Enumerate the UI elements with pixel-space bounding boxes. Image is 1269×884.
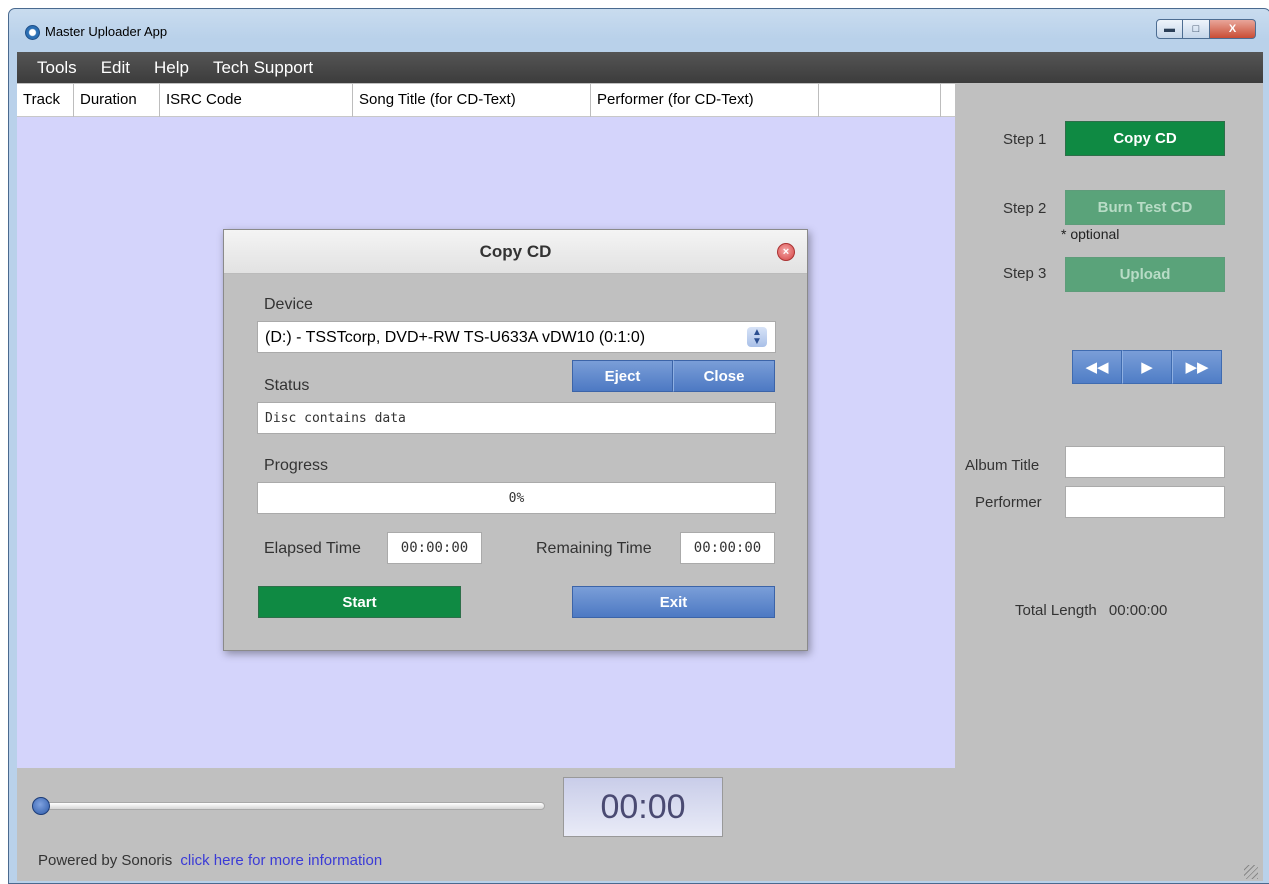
elapsed-time-label: Elapsed Time bbox=[264, 540, 361, 557]
table-header: Track Duration ISRC Code Song Title (for… bbox=[17, 84, 955, 117]
device-select-value: (D:) - TSSTcorp, DVD+-RW TS-U633A vDW10 … bbox=[265, 329, 646, 346]
step2-label: Step 2 bbox=[1003, 200, 1047, 217]
column-track[interactable]: Track bbox=[17, 84, 74, 117]
column-empty bbox=[819, 84, 941, 117]
minimize-button[interactable]: ▬ bbox=[1156, 19, 1183, 39]
rewind-icon[interactable]: ◀◀ bbox=[1072, 350, 1122, 384]
progress-text: 0% bbox=[508, 490, 525, 506]
step3-label: Step 3 bbox=[1003, 265, 1047, 282]
menu-tools[interactable]: Tools bbox=[37, 58, 77, 78]
status-label: Status bbox=[264, 377, 310, 394]
upload-button[interactable]: Upload bbox=[1065, 257, 1225, 292]
performer-label: Performer bbox=[975, 494, 1042, 511]
close-button[interactable]: Close bbox=[673, 360, 775, 392]
album-title-label: Album Title bbox=[965, 457, 1040, 474]
select-arrows-icon: ▲ ▼ bbox=[747, 327, 767, 347]
optional-note: * optional bbox=[1061, 226, 1120, 242]
position-slider-knob[interactable] bbox=[32, 797, 50, 815]
device-select[interactable]: (D:) - TSSTcorp, DVD+-RW TS-U633A vDW10 … bbox=[257, 321, 776, 353]
column-isrc[interactable]: ISRC Code bbox=[160, 84, 353, 117]
device-label: Device bbox=[264, 296, 313, 313]
transport-controls: ◀◀ ▶ ▶▶ bbox=[1072, 350, 1222, 384]
powered-by-text: Powered by Sonoris bbox=[38, 852, 173, 869]
time-display: 00:00 bbox=[563, 777, 723, 837]
dialog-title: Copy CD bbox=[224, 230, 807, 274]
app-icon bbox=[25, 25, 40, 40]
maximize-button[interactable]: □ bbox=[1183, 19, 1210, 39]
elapsed-time-field: 00:00:00 bbox=[387, 532, 482, 564]
window-title: Master Uploader App bbox=[45, 24, 168, 39]
more-info-link[interactable]: click here for more information bbox=[180, 852, 382, 869]
menu-help[interactable]: Help bbox=[154, 58, 189, 78]
burn-test-cd-button[interactable]: Burn Test CD bbox=[1065, 190, 1225, 225]
menu-tech-support[interactable]: Tech Support bbox=[213, 58, 313, 78]
progress-bar: 0% bbox=[257, 482, 776, 514]
exit-button[interactable]: Exit bbox=[572, 586, 775, 618]
menu-edit[interactable]: Edit bbox=[101, 58, 130, 78]
column-duration[interactable]: Duration bbox=[74, 84, 160, 117]
start-button[interactable]: Start bbox=[258, 586, 461, 618]
footer: Powered by Sonoris click here for more i… bbox=[38, 852, 382, 869]
total-length-label: Total Length bbox=[1015, 602, 1097, 619]
status-field: Disc contains data bbox=[257, 402, 776, 434]
column-song-title[interactable]: Song Title (for CD-Text) bbox=[353, 84, 591, 117]
dialog-close-icon[interactable]: × bbox=[777, 243, 795, 261]
copy-cd-dialog: Copy CD × Device (D:) - TSSTcorp, DVD+-R… bbox=[223, 229, 808, 651]
progress-label: Progress bbox=[264, 457, 329, 474]
copy-cd-button[interactable]: Copy CD bbox=[1065, 121, 1225, 156]
step1-label: Step 1 bbox=[1003, 131, 1047, 148]
close-window-button[interactable]: X bbox=[1210, 19, 1256, 39]
play-icon[interactable]: ▶ bbox=[1122, 350, 1172, 384]
menu-bar: Tools Edit Help Tech Support bbox=[17, 52, 1263, 83]
window-controls: ▬ □ X bbox=[1156, 19, 1256, 39]
performer-input[interactable] bbox=[1065, 486, 1225, 518]
resize-grip[interactable] bbox=[1244, 865, 1258, 879]
eject-button[interactable]: Eject bbox=[572, 360, 673, 392]
fast-forward-icon[interactable]: ▶▶ bbox=[1172, 350, 1222, 384]
title-bar[interactable]: Master Uploader App ▬ □ X bbox=[9, 9, 1269, 52]
total-length: Total Length 00:00:00 bbox=[1015, 602, 1167, 619]
album-title-input[interactable] bbox=[1065, 446, 1225, 478]
remaining-time-field: 00:00:00 bbox=[680, 532, 775, 564]
position-slider-track[interactable] bbox=[40, 802, 545, 810]
total-length-value: 00:00:00 bbox=[1108, 602, 1168, 619]
remaining-time-label: Remaining Time bbox=[536, 540, 652, 557]
column-performer[interactable]: Performer (for CD-Text) bbox=[591, 84, 819, 117]
